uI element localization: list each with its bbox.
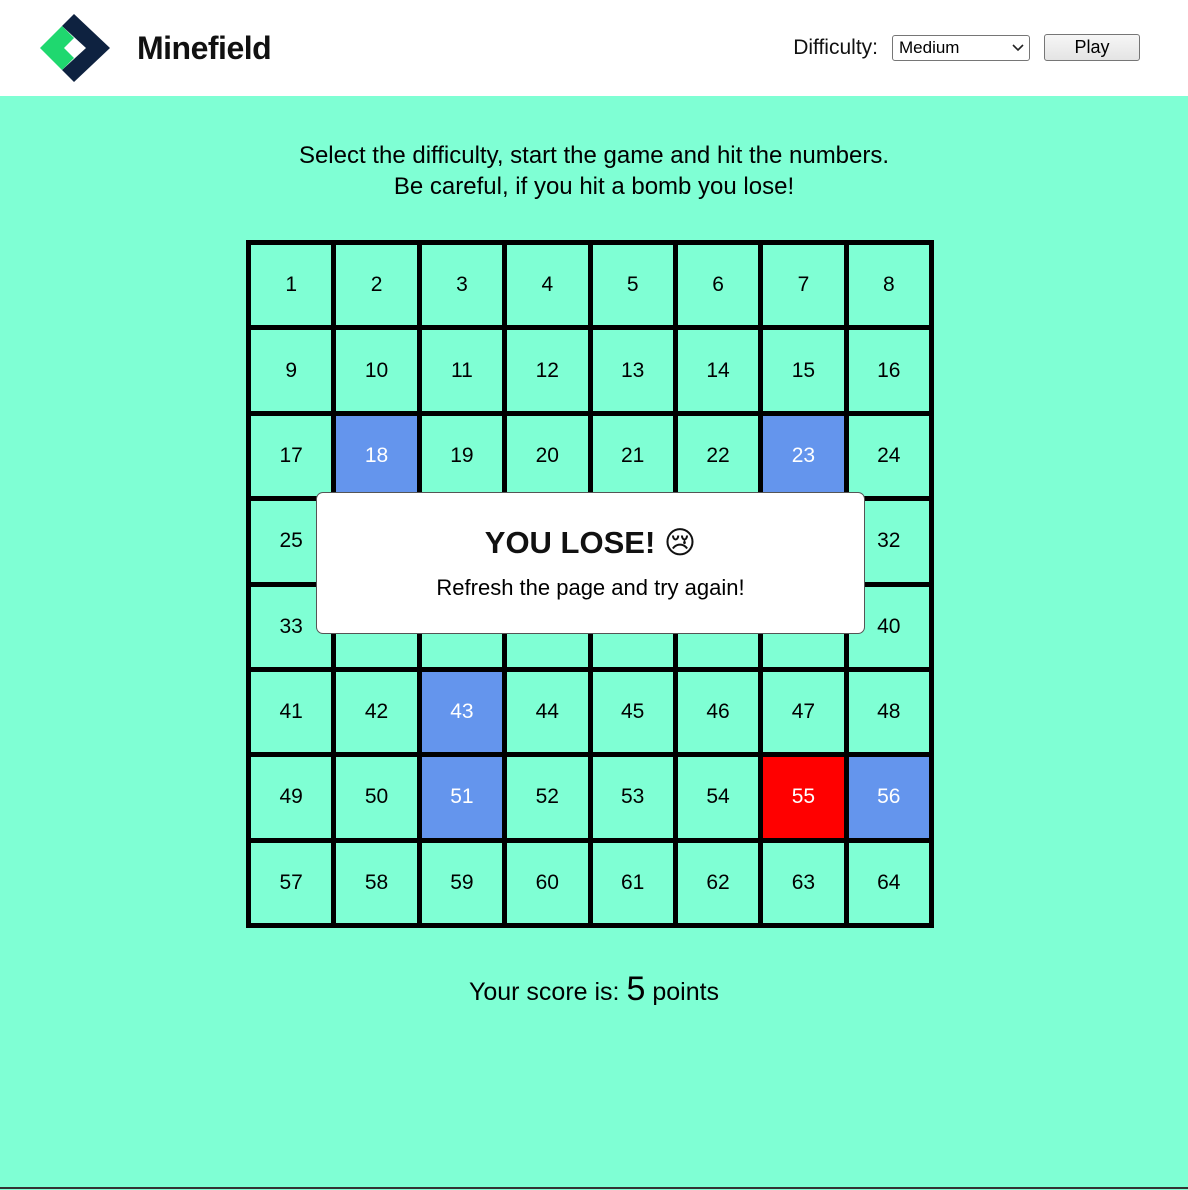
board-cell-20[interactable]: 20 bbox=[506, 414, 589, 498]
board-cell-8[interactable]: 8 bbox=[847, 244, 930, 327]
board-cell-24[interactable]: 24 bbox=[847, 414, 930, 498]
chevron-down-icon bbox=[1007, 43, 1029, 52]
play-button[interactable]: Play bbox=[1044, 34, 1140, 61]
board-cell-12[interactable]: 12 bbox=[506, 329, 589, 412]
board-cell-3[interactable]: 3 bbox=[420, 244, 504, 327]
difficulty-select[interactable]: Medium bbox=[892, 34, 1030, 61]
modal-message: Refresh the page and try again! bbox=[436, 575, 745, 600]
board-cell-57[interactable]: 57 bbox=[250, 841, 333, 924]
modal-title: YOU LOSE! 😢 bbox=[317, 525, 864, 561]
difficulty-value: Medium bbox=[899, 37, 960, 57]
board-cell-4[interactable]: 4 bbox=[506, 244, 589, 327]
board-cell-44[interactable]: 44 bbox=[506, 670, 589, 754]
instructions-line-1: Select the difficulty, start the game an… bbox=[298, 142, 890, 169]
lose-modal: YOU LOSE! 😢 Refresh the page and try aga… bbox=[316, 492, 865, 634]
board-cell-60[interactable]: 60 bbox=[506, 841, 589, 924]
board-cell-17[interactable]: 17 bbox=[250, 414, 333, 498]
logo-icon bbox=[40, 14, 110, 82]
board-cell-43[interactable]: 43 bbox=[420, 670, 504, 754]
board-cell-1[interactable]: 1 bbox=[250, 244, 333, 327]
board-cell-56[interactable]: 56 bbox=[847, 756, 930, 839]
crying-face-icon: 😢 bbox=[663, 525, 697, 560]
modal-title-text: YOU LOSE! bbox=[484, 525, 656, 560]
score-suffix: points bbox=[652, 978, 720, 1006]
score-prefix: Your score is: bbox=[468, 978, 620, 1006]
board-cell-59[interactable]: 59 bbox=[420, 841, 504, 924]
score-value: 5 bbox=[626, 970, 646, 1008]
board-cell-5[interactable]: 5 bbox=[591, 244, 674, 327]
board-cell-14[interactable]: 14 bbox=[676, 329, 760, 412]
board-cell-58[interactable]: 58 bbox=[335, 841, 418, 924]
board-cell-61[interactable]: 61 bbox=[591, 841, 674, 924]
board-cell-42[interactable]: 42 bbox=[335, 670, 418, 754]
board-cell-62[interactable]: 62 bbox=[676, 841, 760, 924]
board-cell-53[interactable]: 53 bbox=[591, 756, 674, 839]
board-cell-9[interactable]: 9 bbox=[250, 329, 333, 412]
board-cell-46[interactable]: 46 bbox=[676, 670, 760, 754]
board-cell-41[interactable]: 41 bbox=[250, 670, 333, 754]
board-cell-50[interactable]: 50 bbox=[335, 756, 418, 839]
board-cell-19[interactable]: 19 bbox=[420, 414, 504, 498]
app-title: Minefield bbox=[137, 30, 272, 66]
board-cell-16[interactable]: 16 bbox=[847, 329, 930, 412]
board-cell-48[interactable]: 48 bbox=[847, 670, 930, 754]
board-cell-64[interactable]: 64 bbox=[847, 841, 930, 924]
board-cell-47[interactable]: 47 bbox=[762, 670, 845, 754]
board-cell-18[interactable]: 18 bbox=[335, 414, 418, 498]
instructions-line-2: Be careful, if you hit a bomb you lose! bbox=[393, 173, 795, 200]
board-cell-51[interactable]: 51 bbox=[420, 756, 504, 839]
board-cell-2[interactable]: 2 bbox=[335, 244, 418, 327]
difficulty-label: Difficulty: bbox=[793, 35, 878, 59]
board-cell-11[interactable]: 11 bbox=[420, 329, 504, 412]
board-cell-13[interactable]: 13 bbox=[591, 329, 674, 412]
board-cell-55[interactable]: 55 bbox=[762, 756, 845, 839]
game-controls: Difficulty: Medium Play bbox=[793, 34, 1140, 61]
board-cell-63[interactable]: 63 bbox=[762, 841, 845, 924]
instructions: Select the difficulty, start the game an… bbox=[0, 140, 1188, 202]
board-cell-6[interactable]: 6 bbox=[676, 244, 760, 327]
board-cell-10[interactable]: 10 bbox=[335, 329, 418, 412]
board-cell-45[interactable]: 45 bbox=[591, 670, 674, 754]
score-display: Your score is: 5 points bbox=[0, 970, 1188, 1009]
board-cell-22[interactable]: 22 bbox=[676, 414, 760, 498]
board-cell-23[interactable]: 23 bbox=[762, 414, 845, 498]
board-cell-49[interactable]: 49 bbox=[250, 756, 333, 839]
top-bar: Minefield Difficulty: Medium Play bbox=[0, 0, 1188, 96]
board-cell-7[interactable]: 7 bbox=[762, 244, 845, 327]
board-cell-52[interactable]: 52 bbox=[506, 756, 589, 839]
board-cell-54[interactable]: 54 bbox=[676, 756, 760, 839]
board-cell-21[interactable]: 21 bbox=[591, 414, 674, 498]
board-cell-15[interactable]: 15 bbox=[762, 329, 845, 412]
bottom-divider bbox=[0, 1187, 1188, 1189]
